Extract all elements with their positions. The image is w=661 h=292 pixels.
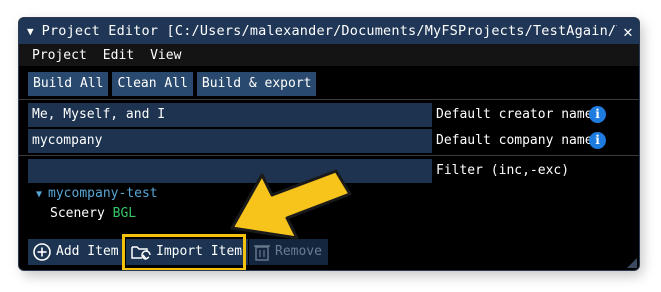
callout-arrow-icon: [230, 169, 352, 240]
